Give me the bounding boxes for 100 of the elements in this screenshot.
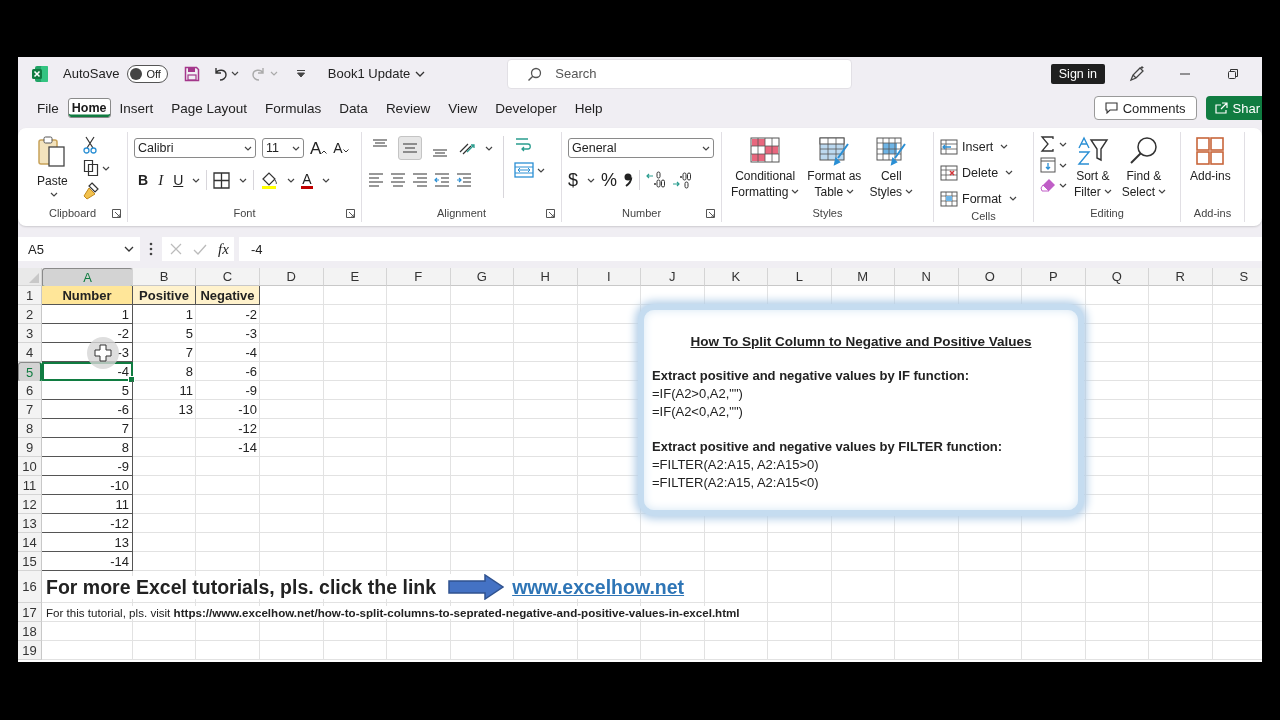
paste-button[interactable]: Paste — [34, 136, 71, 197]
vertical-align-button[interactable] — [398, 136, 422, 160]
copy-icon[interactable] — [82, 159, 99, 177]
cut-icon[interactable] — [82, 136, 97, 154]
column-header[interactable]: K — [704, 268, 768, 286]
row-header[interactable]: 1 — [18, 286, 42, 305]
row-header[interactable]: 4 — [18, 343, 42, 362]
search-field[interactable]: Search — [507, 58, 853, 89]
caret-icon[interactable] — [702, 145, 710, 151]
caret-icon[interactable] — [846, 188, 855, 194]
column-header[interactable]: C — [196, 268, 260, 286]
font-size-dropdown[interactable]: 11 — [262, 138, 304, 158]
caret-icon[interactable] — [1000, 144, 1009, 149]
styles-button[interactable]: Format as Table — [804, 136, 865, 200]
more-options-icon[interactable] — [149, 242, 153, 256]
fill-color-icon[interactable] — [260, 171, 279, 189]
document-title[interactable]: Book1 Update — [327, 66, 426, 81]
increase-decimal-icon[interactable] — [646, 171, 667, 189]
website-link[interactable]: www.excelhow.net — [512, 575, 685, 599]
ribbon-tab[interactable]: Review — [376, 96, 440, 120]
column-header[interactable]: O — [958, 268, 1022, 286]
fill-down-icon[interactable] — [1040, 157, 1056, 173]
font-color-button[interactable]: A — [301, 171, 313, 189]
row-header[interactable]: 8 — [18, 419, 42, 438]
italic-button[interactable]: I — [154, 172, 168, 188]
cells-button[interactable]: Delete — [940, 162, 1014, 183]
caret-icon[interactable] — [485, 145, 493, 151]
caret-icon[interactable] — [244, 145, 252, 151]
caret-icon[interactable] — [49, 192, 58, 197]
column-header[interactable]: G — [450, 268, 514, 286]
column-header[interactable]: E — [323, 268, 387, 286]
caret-icon[interactable] — [1008, 196, 1017, 201]
borders-icon[interactable] — [213, 171, 231, 189]
caret-icon[interactable] — [292, 145, 300, 151]
add-ins-button[interactable]: Add-ins — [1187, 136, 1234, 184]
cells-button[interactable]: Insert — [940, 136, 1009, 157]
cells-button[interactable]: Format — [940, 188, 1017, 209]
ribbon-tab[interactable]: Page Layout — [162, 96, 257, 120]
dialog-launcher-icon[interactable] — [546, 209, 555, 218]
insert-function-button[interactable]: fx — [218, 240, 229, 258]
ribbon-tab[interactable]: File — [28, 96, 68, 120]
column-header[interactable]: D — [260, 268, 324, 286]
caret-icon[interactable] — [791, 188, 800, 194]
row-header[interactable]: 12 — [18, 495, 42, 514]
row-header[interactable]: 5 — [18, 362, 42, 382]
ribbon-tab[interactable]: Data — [330, 96, 377, 120]
decrease-indent-icon[interactable] — [434, 173, 450, 187]
ribbon-tab[interactable]: Developer — [486, 96, 566, 120]
caret-icon[interactable] — [537, 167, 545, 173]
wrap-text-icon[interactable] — [514, 136, 532, 154]
caret-icon[interactable] — [1103, 188, 1112, 194]
increase-indent-icon[interactable] — [456, 173, 472, 187]
align-center-icon[interactable] — [390, 173, 406, 187]
column-header[interactable]: R — [1149, 268, 1213, 286]
currency-button[interactable]: $ — [568, 171, 578, 189]
column-header[interactable]: M — [831, 268, 895, 286]
column-header[interactable]: Q — [1085, 268, 1149, 286]
caret-icon[interactable] — [415, 70, 426, 77]
caret-icon[interactable] — [1059, 141, 1067, 147]
row-header[interactable]: 6 — [18, 381, 42, 400]
caret-icon[interactable] — [239, 177, 248, 183]
save-icon[interactable] — [183, 65, 200, 82]
row-header[interactable]: 2 — [18, 305, 42, 324]
ribbon-tab[interactable]: View — [439, 96, 487, 120]
row-header[interactable]: 10 — [18, 457, 42, 476]
row-header[interactable]: 7 — [18, 400, 42, 419]
row-header[interactable]: 19 — [18, 641, 42, 660]
row-header[interactable]: 13 — [18, 514, 42, 533]
minimize-icon[interactable] — [1180, 72, 1190, 75]
ribbon-tab[interactable]: Formulas — [256, 96, 331, 120]
caret-icon[interactable] — [124, 246, 134, 252]
row-header[interactable]: 17 — [18, 603, 42, 622]
caret-icon[interactable] — [1059, 162, 1067, 168]
ribbon-tab[interactable]: Home — [67, 98, 111, 118]
pen-icon[interactable] — [1128, 64, 1146, 83]
format-painter-icon[interactable] — [82, 182, 99, 200]
ribbon-tab[interactable]: Help — [565, 96, 612, 120]
column-header[interactable]: N — [895, 268, 959, 286]
formula-input[interactable]: -4 — [239, 237, 1262, 261]
dialog-launcher-icon[interactable] — [346, 209, 355, 218]
caret-icon[interactable] — [230, 71, 239, 76]
font-name-dropdown[interactable]: Calibri — [134, 138, 256, 158]
row-header[interactable]: 3 — [18, 324, 42, 343]
share-button[interactable]: Shar — [1205, 96, 1262, 120]
autosum-icon[interactable] — [1040, 136, 1056, 152]
number-format-dropdown[interactable]: General — [568, 138, 714, 158]
eraser-icon[interactable] — [1040, 178, 1056, 192]
check-icon[interactable] — [193, 243, 207, 255]
increase-font-size-button[interactable]: A — [310, 139, 328, 157]
caret-icon[interactable] — [287, 177, 296, 183]
column-header[interactable]: L — [768, 268, 832, 286]
caret-icon[interactable] — [587, 177, 595, 183]
column-header[interactable]: A — [42, 268, 133, 288]
caret-icon[interactable] — [192, 177, 201, 183]
underline-button[interactable]: U — [173, 173, 184, 187]
ribbon-tab[interactable]: Insert — [110, 96, 163, 120]
row-header[interactable]: 11 — [18, 476, 42, 495]
caret-icon[interactable] — [905, 188, 914, 194]
restore-icon[interactable] — [1228, 68, 1238, 79]
caret-icon[interactable] — [1158, 188, 1167, 194]
